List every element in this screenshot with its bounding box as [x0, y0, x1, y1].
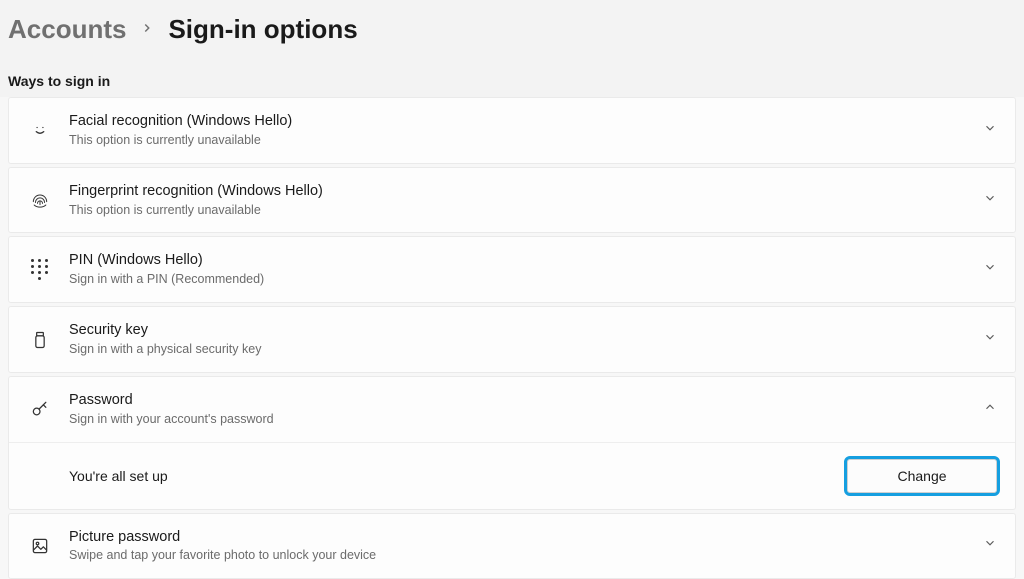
change-button[interactable]: Change [847, 459, 997, 493]
option-desc: This option is currently unavailable [69, 202, 983, 219]
option-picture-password: Picture password Swipe and tap your favo… [8, 513, 1016, 579]
option-expanded-body: You're all set up Change [9, 442, 1015, 509]
signin-options-list: Facial recognition (Windows Hello) This … [0, 97, 1024, 579]
option-desc: Sign in with a PIN (Recommended) [69, 271, 983, 288]
option-title: Security key [69, 321, 983, 340]
page-title: Sign-in options [168, 14, 357, 45]
chevron-down-icon [983, 121, 997, 140]
option-security-key: Security key Sign in with a physical sec… [8, 306, 1016, 373]
key-icon [27, 399, 53, 419]
option-desc: This option is currently unavailable [69, 132, 983, 149]
option-title: Picture password [69, 528, 983, 547]
option-title: PIN (Windows Hello) [69, 251, 983, 270]
option-title: Facial recognition (Windows Hello) [69, 112, 983, 131]
option-header[interactable]: Security key Sign in with a physical sec… [9, 307, 1015, 372]
option-title: Password [69, 391, 983, 410]
option-facial-recognition: Facial recognition (Windows Hello) This … [8, 97, 1016, 164]
chevron-right-icon [140, 19, 154, 40]
section-heading: Ways to sign in [0, 63, 1024, 97]
option-header[interactable]: PIN (Windows Hello) Sign in with a PIN (… [9, 237, 1015, 302]
breadcrumb-parent[interactable]: Accounts [8, 14, 126, 45]
fingerprint-icon [27, 190, 53, 210]
option-fingerprint-recognition: Fingerprint recognition (Windows Hello) … [8, 167, 1016, 234]
option-header[interactable]: Password Sign in with your account's pas… [9, 377, 1015, 442]
keypad-icon [27, 259, 53, 281]
option-header[interactable]: Fingerprint recognition (Windows Hello) … [9, 168, 1015, 233]
option-password: Password Sign in with your account's pas… [8, 376, 1016, 510]
breadcrumb: Accounts Sign-in options [0, 0, 1024, 63]
option-title: Fingerprint recognition (Windows Hello) [69, 182, 983, 201]
chevron-down-icon [983, 260, 997, 279]
chevron-down-icon [983, 191, 997, 210]
option-desc: Swipe and tap your favorite photo to unl… [69, 547, 983, 564]
chevron-down-icon [983, 536, 997, 555]
chevron-up-icon [983, 400, 997, 419]
option-desc: Sign in with your account's password [69, 411, 983, 428]
option-header[interactable]: Facial recognition (Windows Hello) This … [9, 98, 1015, 163]
picture-icon [27, 536, 53, 556]
option-header[interactable]: Picture password Swipe and tap your favo… [9, 514, 1015, 579]
password-status: You're all set up [69, 468, 168, 484]
option-pin: PIN (Windows Hello) Sign in with a PIN (… [8, 236, 1016, 303]
chevron-down-icon [983, 330, 997, 349]
usb-key-icon [27, 330, 53, 350]
option-desc: Sign in with a physical security key [69, 341, 983, 358]
face-icon [27, 120, 53, 140]
